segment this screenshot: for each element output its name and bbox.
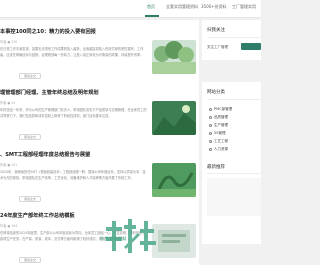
category-link[interactable]: 生产管理 (209, 123, 228, 128)
article-meta: 作者 ● 194 (0, 224, 18, 228)
article-list: 本事控100同之10：精力的投入要有回报 作者 ● 130 在日常工作中我发现，… (0, 20, 199, 265)
panel-title: 最新推荐 (207, 165, 225, 170)
recommend-placeholder (207, 178, 261, 216)
article-meta: 作者 ● 53 (0, 101, 16, 105)
bullet-icon (209, 107, 212, 111)
panel-title: 扫我关注 (207, 28, 225, 33)
nav-item-home[interactable]: 首页 (147, 4, 155, 10)
recommend-panel: 最新推荐 (202, 156, 261, 244)
divider (207, 37, 261, 38)
categories-panel: 网站分类 PMC部管理 品质管理 生产管理 5S管理 工艺工程 人力资源 (202, 82, 261, 160)
category-link[interactable]: 人力资源 (209, 147, 228, 152)
divider (207, 99, 261, 100)
active-tab-indicator (145, 15, 159, 17)
read-more-button[interactable]: 阅读全文 (19, 134, 41, 140)
article-meta: 作者 ● 101 (0, 163, 18, 167)
article-meta: 作者 ● 130 (0, 40, 18, 44)
read-more-button[interactable]: 阅读全文 (19, 73, 41, 79)
article-title[interactable]: 、SMT工程部经理年度总结报告与展望 (0, 151, 90, 158)
watermark-text: 免费资料下载 (100, 236, 127, 241)
category-link[interactable]: 5S管理 (209, 131, 225, 136)
panel-title: 网站分类 (207, 90, 225, 95)
nav-item-factory-management[interactable]: 工厂管理实用 (232, 4, 256, 10)
bullet-icon (209, 115, 212, 119)
article-thumbnail[interactable] (152, 101, 196, 135)
article-thumbnail[interactable] (152, 40, 196, 74)
article-thumbnail[interactable] (152, 163, 196, 197)
article-summary: 年终总结一年来，作为公司的生产管理部门负责人，带领团队务实于产品质量与交期管理，… (0, 108, 147, 118)
category-link[interactable]: 工艺工程 (209, 139, 228, 144)
article-title[interactable]: 本事控100同之10：精力的投入要有回报 (0, 28, 96, 35)
follow-text: 关注工厂管理 (207, 45, 228, 49)
read-more-button[interactable]: 阅读全文 (19, 257, 41, 263)
read-more-button[interactable]: 阅读全文 (19, 196, 41, 202)
follow-panel: 扫我关注 关注工厂管理 (202, 20, 261, 60)
bullet-icon (209, 139, 212, 143)
follow-badge[interactable] (241, 43, 261, 50)
nav-item-3500-materials[interactable]: 3500+份资料 (201, 4, 227, 10)
category-link[interactable]: PMC部管理 (209, 107, 232, 112)
bullet-icon (209, 131, 212, 135)
article-summary: 在日常工作中我发现，如果无法带来工作成果的投入越多，反而越容易陷入低效忙碌的恶性… (0, 47, 144, 57)
article-summary: 2020年，我继续担任SMT（表面贴装技术）工程部经理一职，围绕公司年度目标，坚… (0, 170, 146, 180)
top-navigation: 首页 全套实用管理资料 3500+份资料 工厂管理实用 (0, 0, 261, 18)
bullet-icon (209, 123, 212, 127)
article-title[interactable]: 24年度生产部年终工作总结模板 (0, 212, 75, 219)
bullet-icon (209, 147, 212, 151)
nav-item-full-materials[interactable]: 全套实用管理资料 (166, 4, 198, 10)
article-title[interactable]: 理管理部门经理、主管年终总结及明年规划 (0, 89, 99, 96)
category-link[interactable]: 品质管理 (209, 115, 228, 120)
divider (207, 173, 261, 174)
